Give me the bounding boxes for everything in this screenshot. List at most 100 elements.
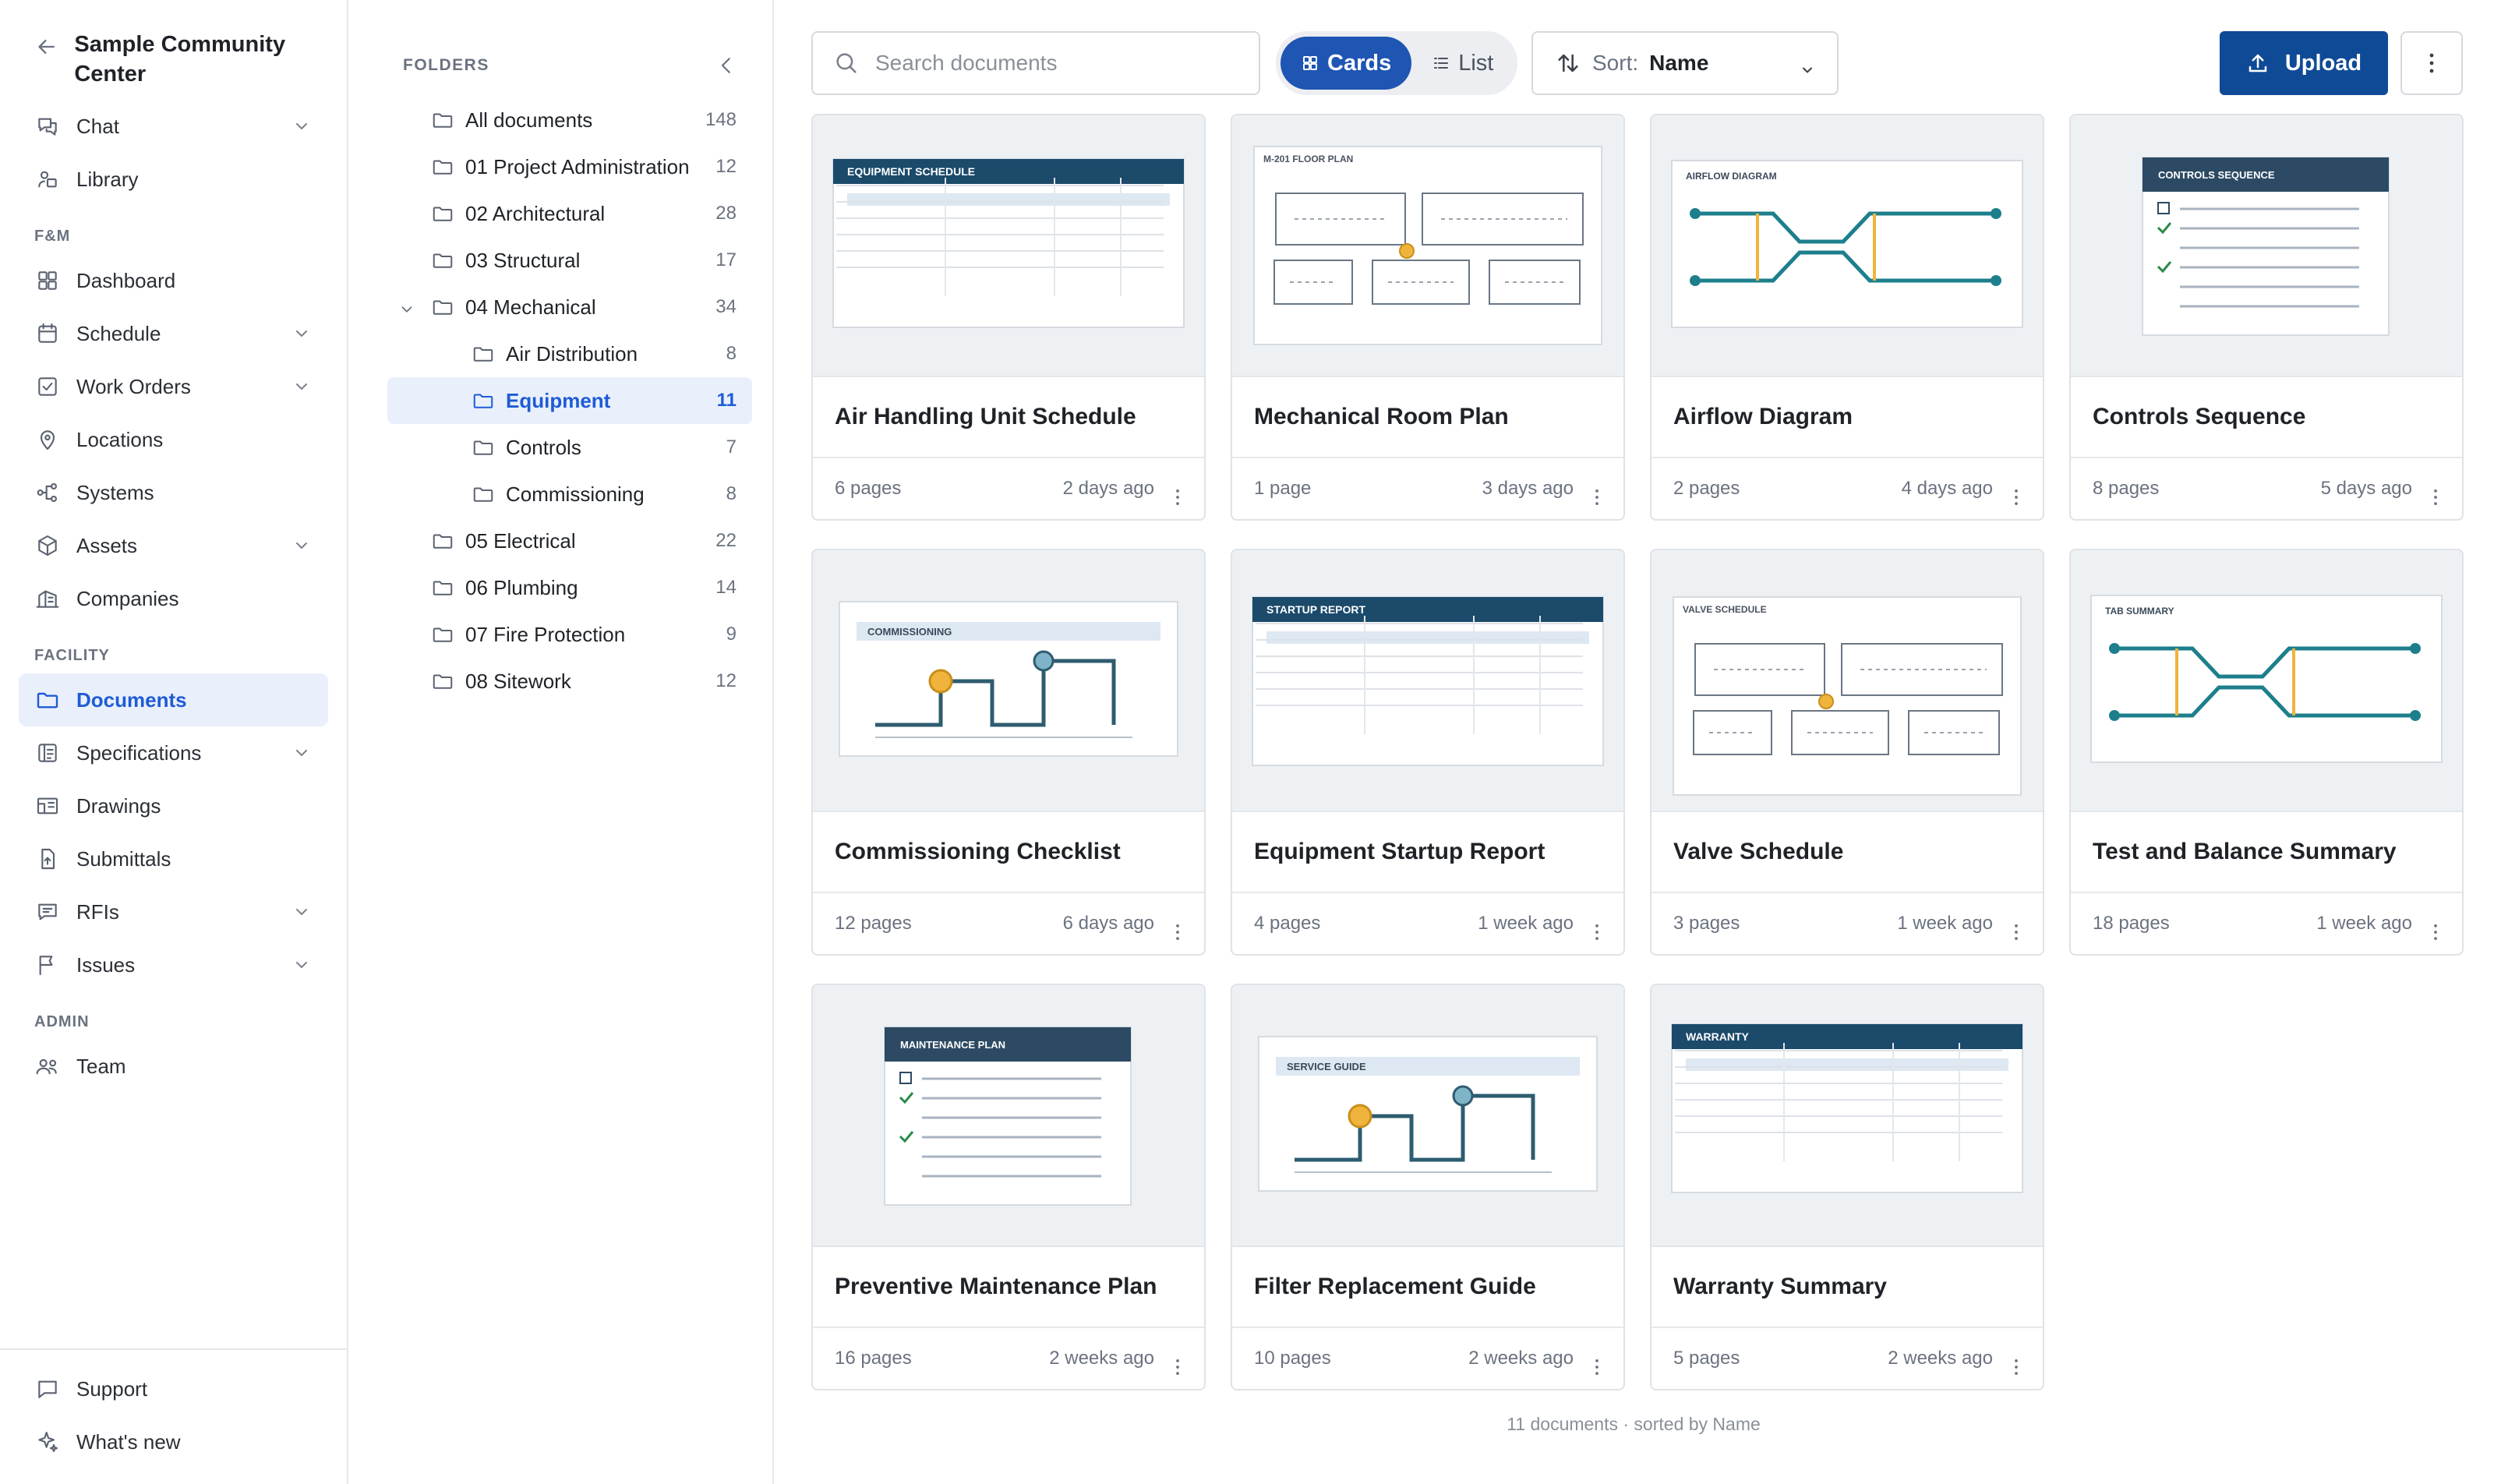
- more-vertical-icon[interactable]: [1167, 486, 1189, 508]
- chevron-down-icon[interactable]: [292, 324, 311, 343]
- folder-item[interactable]: 04 Mechanical 34: [387, 284, 752, 330]
- sidebar-item-specifications[interactable]: Specifications: [19, 726, 328, 779]
- folder-item[interactable]: Controls 7: [387, 424, 752, 471]
- sort-dropdown[interactable]: Sort: Name: [1531, 31, 1839, 95]
- document-title[interactable]: Valve Schedule: [1651, 812, 2043, 893]
- chevron-down-icon[interactable]: [292, 744, 311, 762]
- sidebar-item-library[interactable]: Library: [19, 153, 328, 206]
- document-thumbnail[interactable]: MAINTENANCE PLAN: [813, 985, 1204, 1247]
- upload-button[interactable]: Upload: [2220, 31, 2388, 95]
- document-card[interactable]: M-201 FLOOR PLAN Mechanical Room Plan 1 …: [1231, 114, 1625, 521]
- dashboard-icon: [34, 267, 61, 294]
- document-title[interactable]: Mechanical Room Plan: [1232, 377, 1623, 458]
- document-title[interactable]: Preventive Maintenance Plan: [813, 1247, 1204, 1328]
- sidebar-item-systems[interactable]: Systems: [19, 466, 328, 519]
- toolbar: Cards List Sort: Name Upload: [811, 31, 2463, 95]
- document-thumbnail[interactable]: CONTROLS SEQUENCE: [2071, 115, 2462, 377]
- view-list-button[interactable]: List: [1411, 37, 1514, 90]
- folder-item[interactable]: 06 Plumbing 14: [387, 564, 752, 611]
- more-vertical-icon[interactable]: [2005, 486, 2027, 508]
- document-thumbnail[interactable]: M-201 FLOOR PLAN: [1232, 115, 1623, 377]
- document-thumbnail[interactable]: VALVE SCHEDULE: [1651, 550, 2043, 812]
- more-options-button[interactable]: [2400, 31, 2463, 95]
- search-input[interactable]: [875, 51, 1234, 76]
- chevron-down-icon[interactable]: [292, 956, 311, 974]
- svg-text:CONTROLS SEQUENCE: CONTROLS SEQUENCE: [2158, 169, 2275, 181]
- document-title[interactable]: Air Handling Unit Schedule: [813, 377, 1204, 458]
- document-title[interactable]: Equipment Startup Report: [1232, 812, 1623, 893]
- sidebar-item-companies[interactable]: Companies: [19, 572, 328, 625]
- more-vertical-icon[interactable]: [2005, 921, 2027, 943]
- view-cards-button[interactable]: Cards: [1281, 37, 1412, 90]
- document-title[interactable]: Airflow Diagram: [1651, 377, 2043, 458]
- more-vertical-icon[interactable]: [2005, 1356, 2027, 1378]
- document-thumbnail[interactable]: STARTUP REPORT: [1232, 550, 1623, 812]
- sidebar-item-team[interactable]: Team: [19, 1040, 328, 1093]
- folder-item[interactable]: 02 Architectural 28: [387, 190, 752, 237]
- folder-item[interactable]: All documents 148: [387, 97, 752, 143]
- document-card[interactable]: MAINTENANCE PLAN Preventive Maintenance …: [811, 984, 1206, 1390]
- document-thumbnail[interactable]: WARRANTY: [1651, 985, 2043, 1247]
- chevron-down-icon[interactable]: [292, 377, 311, 396]
- document-card[interactable]: STARTUP REPORT Equipment Startup Report …: [1231, 549, 1625, 956]
- folder-item[interactable]: Commissioning 8: [387, 471, 752, 518]
- folder-item[interactable]: 07 Fire Protection 9: [387, 611, 752, 658]
- sidebar-item-issues[interactable]: Issues: [19, 938, 328, 991]
- chevron-down-icon[interactable]: [292, 903, 311, 921]
- more-vertical-icon[interactable]: [2425, 486, 2446, 508]
- chevron-down-icon[interactable]: [292, 536, 311, 555]
- document-card[interactable]: COMMISSIONING Commissioning Checklist 12…: [811, 549, 1206, 956]
- document-title[interactable]: Filter Replacement Guide: [1232, 1247, 1623, 1328]
- document-thumbnail[interactable]: AIRFLOW DIAGRAM: [1651, 115, 2043, 377]
- folder-item[interactable]: 05 Electrical 22: [387, 518, 752, 564]
- chevron-down-icon[interactable]: [292, 117, 311, 136]
- sidebar-item-schedule[interactable]: Schedule: [19, 307, 328, 360]
- more-vertical-icon[interactable]: [1167, 1356, 1189, 1378]
- document-thumbnail[interactable]: COMMISSIONING: [813, 550, 1204, 812]
- document-thumbnail[interactable]: EQUIPMENT SCHEDULE: [813, 115, 1204, 377]
- chevron-down-icon[interactable]: [398, 299, 415, 316]
- document-title[interactable]: Warranty Summary: [1651, 1247, 2043, 1328]
- sidebar-item-assets[interactable]: Assets: [19, 519, 328, 572]
- folder-item[interactable]: 08 Sitework 12: [387, 658, 752, 705]
- document-card[interactable]: TAB SUMMARY Test and Balance Summary 18 …: [2069, 549, 2464, 956]
- library-icon: [34, 166, 61, 193]
- folder-item[interactable]: 03 Structural 17: [387, 237, 752, 284]
- sidebar-item-whats-new[interactable]: What's new: [19, 1415, 328, 1468]
- search-box[interactable]: [811, 31, 1260, 95]
- sidebar-item-chat[interactable]: Chat: [19, 100, 328, 153]
- document-thumbnail[interactable]: SERVICE GUIDE: [1232, 985, 1623, 1247]
- list-icon: [1434, 58, 1449, 69]
- document-card[interactable]: CONTROLS SEQUENCE Controls Sequence 8 pa…: [2069, 114, 2464, 521]
- more-vertical-icon[interactable]: [2425, 921, 2446, 943]
- sidebar-item-drawings[interactable]: Drawings: [19, 779, 328, 832]
- folder-item[interactable]: Equipment 11: [387, 377, 752, 424]
- sidebar-item-rfis[interactable]: RFIs: [19, 885, 328, 938]
- document-card[interactable]: EQUIPMENT SCHEDULE Air Handling Unit Sch…: [811, 114, 1206, 521]
- more-vertical-icon[interactable]: [1586, 486, 1608, 508]
- document-card[interactable]: SERVICE GUIDE Filter Replacement Guide 1…: [1231, 984, 1625, 1390]
- more-vertical-icon[interactable]: [1167, 921, 1189, 943]
- document-card[interactable]: WARRANTY Warranty Summary 5 pages 2 week…: [1650, 984, 2044, 1390]
- folder-item[interactable]: 01 Project Administration 12: [387, 143, 752, 190]
- sidebar-item-label: Submittals: [76, 846, 171, 871]
- chevron-left-icon[interactable]: [715, 54, 738, 77]
- folder-item[interactable]: Air Distribution 8: [387, 330, 752, 377]
- sidebar-item-documents[interactable]: Documents: [19, 673, 328, 726]
- sidebar-item-support[interactable]: Support: [19, 1362, 328, 1415]
- document-title[interactable]: Controls Sequence: [2071, 377, 2462, 458]
- svg-text:EQUIPMENT SCHEDULE: EQUIPMENT SCHEDULE: [847, 165, 975, 178]
- sidebar-item-work-orders[interactable]: Work Orders: [19, 360, 328, 413]
- arrow-left-icon[interactable]: [34, 34, 58, 59]
- sidebar-item-submittals[interactable]: Submittals: [19, 832, 328, 885]
- sidebar-item-dashboard[interactable]: Dashboard: [19, 254, 328, 307]
- document-card[interactable]: VALVE SCHEDULE Valve Schedule 3 pages 1 …: [1650, 549, 2044, 956]
- more-vertical-icon[interactable]: [1586, 921, 1608, 943]
- document-thumbnail[interactable]: TAB SUMMARY: [2071, 550, 2462, 812]
- more-vertical-icon[interactable]: [1586, 1356, 1608, 1378]
- document-title[interactable]: Commissioning Checklist: [813, 812, 1204, 893]
- document-card[interactable]: AIRFLOW DIAGRAM Airflow Diagram 2 pages …: [1650, 114, 2044, 521]
- document-title[interactable]: Test and Balance Summary: [2071, 812, 2462, 893]
- sidebar-item-locations[interactable]: Locations: [19, 413, 328, 466]
- document-meta: 1 page 3 days ago: [1232, 458, 1623, 519]
